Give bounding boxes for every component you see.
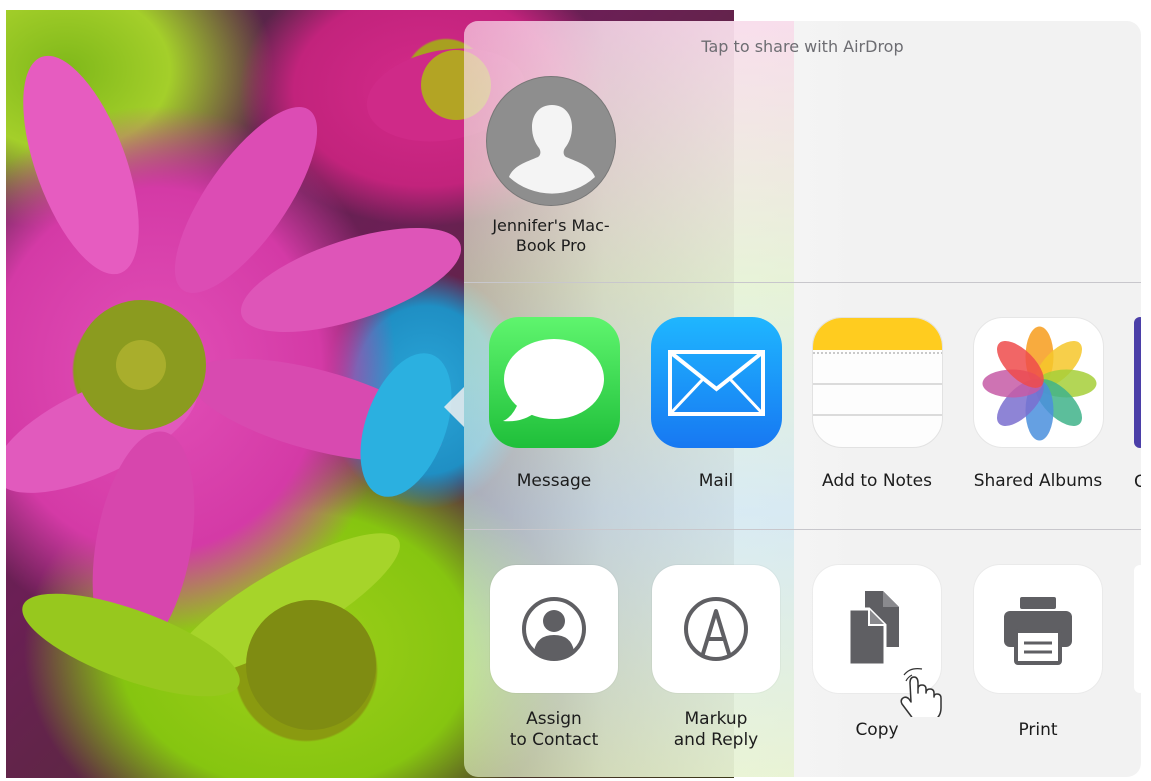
hand-pointer-icon — [900, 668, 942, 717]
message-icon — [488, 317, 620, 448]
app-label: Mail — [698, 471, 734, 491]
action-print[interactable]: Print — [958, 565, 1118, 741]
action-markup-and-reply[interactable]: Markup and Reply — [636, 565, 796, 751]
partial-app-icon[interactable] — [1134, 317, 1141, 448]
divider — [464, 529, 1141, 530]
app-message[interactable]: Message — [474, 317, 634, 491]
divider — [464, 282, 1141, 283]
partial-action-icon[interactable] — [1134, 565, 1141, 693]
app-shared-albums[interactable]: Shared Albums — [958, 317, 1118, 491]
notes-icon — [811, 317, 943, 448]
app-mail[interactable]: Mail — [636, 317, 796, 491]
airdrop-person[interactable]: Jennifer's Mac- Book Pro — [486, 76, 616, 256]
action-label: Markup and Reply — [673, 709, 759, 750]
app-label: Shared Albums — [973, 471, 1103, 491]
contact-icon — [490, 565, 618, 693]
partial-app-label: C — [1134, 472, 1141, 492]
app-add-to-notes[interactable]: Add to Notes — [797, 317, 957, 491]
mail-icon — [650, 317, 782, 448]
share-sheet: Tap to share with AirDrop Jennifer's Mac… — [464, 21, 1141, 777]
airdrop-person-name: Jennifer's Mac- Book Pro — [492, 216, 610, 255]
action-label: Print — [1018, 720, 1058, 740]
app-label: Add to Notes — [822, 471, 932, 491]
person-silhouette-icon — [486, 76, 616, 206]
action-assign-to-contact[interactable]: Assign to Contact — [474, 565, 634, 751]
airdrop-title: Tap to share with AirDrop — [701, 37, 904, 56]
print-icon — [974, 565, 1102, 693]
photos-icon — [972, 317, 1104, 448]
popover-arrow — [444, 387, 464, 427]
markup-icon — [652, 565, 780, 693]
action-label: Copy — [855, 720, 899, 740]
app-label: Message — [516, 471, 592, 491]
action-label: Assign to Contact — [509, 709, 599, 750]
